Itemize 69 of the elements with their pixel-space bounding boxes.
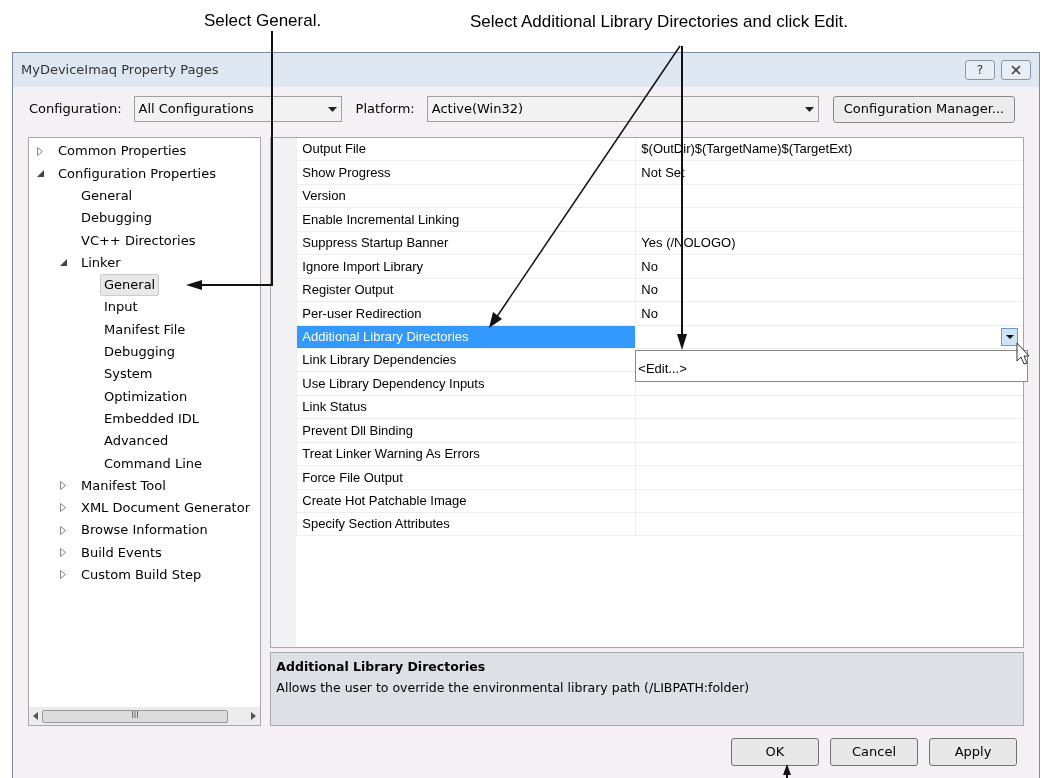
property-name[interactable]: Link Status (297, 395, 637, 419)
callout-arrow (783, 764, 791, 778)
description-text: Allows the user to override the environmental library path (/LIBPATH:folder) (276, 678, 751, 697)
property-value: No (641, 281, 658, 300)
tree-item[interactable]: Manifest Tool (77, 475, 170, 496)
configuration-label: Configuration: (29, 100, 122, 119)
tree-item[interactable]: Input (100, 297, 142, 317)
property-name[interactable]: Register Output (297, 278, 637, 302)
close-button[interactable] (1001, 60, 1031, 80)
collapsed-arrow-icon[interactable] (60, 548, 66, 557)
tree-item[interactable]: Custom Build Step (77, 565, 206, 585)
dropdown-button[interactable] (1001, 327, 1018, 346)
tree-item[interactable]: Build Events (77, 542, 166, 563)
window-title: MyDeviceImaq Property Pages (21, 61, 220, 80)
tree-item[interactable]: System (100, 364, 157, 384)
callout-text: Select General. (204, 10, 322, 32)
configuration-manager-button[interactable]: Configuration Manager... (832, 95, 1016, 123)
dropdown-option[interactable]: <Edit...> (638, 359, 687, 379)
tree-item[interactable]: Debugging (77, 208, 157, 228)
tree-item[interactable]: Manifest File (100, 319, 190, 340)
tree-item[interactable]: Embedded IDL (100, 408, 204, 429)
tree-item[interactable]: Linker (77, 252, 125, 273)
dialog-button[interactable]: Apply (929, 738, 1017, 766)
dialog-button[interactable]: OK (731, 738, 819, 766)
tree-item[interactable]: Optimization (100, 386, 192, 407)
tree-item[interactable]: General (100, 274, 160, 296)
property-value: No (641, 257, 658, 276)
dropdown-arrow-icon (804, 106, 814, 112)
platform-label: Platform: (355, 100, 415, 119)
collapsed-arrow-icon[interactable] (60, 481, 66, 491)
expanded-arrow-icon[interactable] (37, 169, 44, 177)
close-icon (1011, 65, 1021, 75)
scroll-right-icon[interactable] (251, 712, 257, 720)
tree-item[interactable]: General (77, 186, 137, 206)
collapsed-arrow-icon[interactable] (60, 525, 66, 535)
collapsed-arrow-icon[interactable] (60, 570, 66, 580)
property-name[interactable]: Version (297, 184, 637, 208)
tree-item[interactable]: Advanced (100, 431, 173, 451)
property-name[interactable]: Force File Output (297, 466, 637, 489)
dropdown-arrow-icon (327, 106, 337, 112)
property-name[interactable]: Create Hot Patchable Image (297, 489, 637, 512)
scrollbar-thumb[interactable]: III (42, 709, 228, 723)
property-value: No (641, 304, 658, 323)
dropdown-arrow-icon (1005, 334, 1014, 339)
collapsed-arrow-icon[interactable] (60, 503, 66, 513)
callout-text: Select Additional Library Directories and click Edit. (470, 11, 848, 33)
property-name[interactable]: Prevent Dll Binding (297, 419, 637, 442)
dialog-button[interactable]: Cancel (830, 738, 918, 766)
tree-item[interactable]: Browse Information (77, 520, 212, 540)
description-title: Additional Library Directories (276, 658, 487, 676)
property-name[interactable]: Enable Incremental Linking (297, 208, 637, 231)
tree-item[interactable]: Command Line (100, 453, 207, 474)
help-button[interactable]: ? (965, 60, 995, 80)
scroll-left-icon[interactable] (33, 712, 38, 720)
property-name[interactable]: Treat Linker Warning As Errors (297, 442, 637, 466)
configuration-dropdown[interactable]: All Configurations (133, 96, 342, 122)
collapsed-arrow-icon[interactable] (37, 146, 43, 156)
tree-item[interactable]: Common Properties (54, 141, 191, 161)
tree-item[interactable]: Configuration Properties (54, 163, 220, 184)
property-name[interactable]: Specify Section Attributes (297, 513, 637, 536)
tree-item[interactable]: Debugging (100, 342, 180, 362)
tree-item[interactable]: XML Document Generator (77, 498, 254, 518)
property-name[interactable]: Output File (297, 138, 637, 161)
property-name[interactable]: Ignore Import Library (297, 255, 637, 278)
property-name[interactable]: Suppress Startup Banner (297, 231, 637, 255)
platform-dropdown[interactable]: Active(Win32) (426, 96, 819, 122)
property-name[interactable]: Show Progress (297, 161, 637, 184)
expanded-arrow-icon[interactable] (60, 259, 67, 267)
tree-item[interactable]: VC++ Directories (77, 230, 200, 251)
